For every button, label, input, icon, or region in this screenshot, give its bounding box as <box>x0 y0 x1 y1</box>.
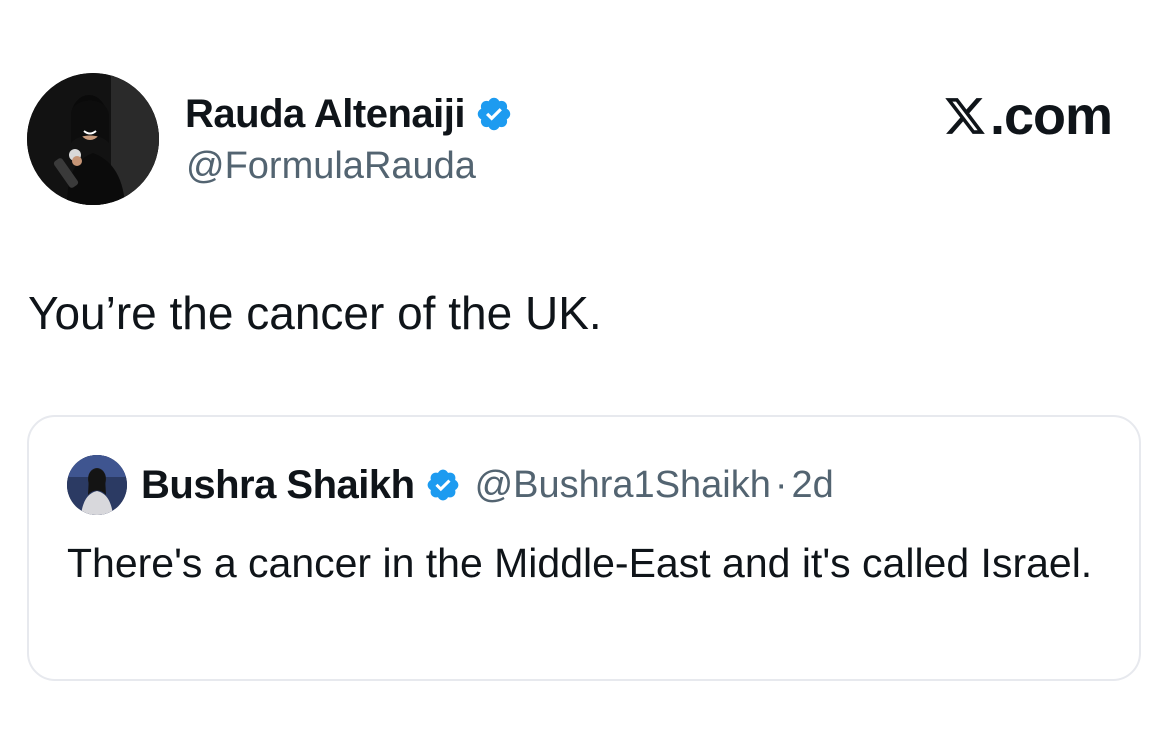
avatar-image <box>27 73 159 205</box>
quote-author-avatar[interactable] <box>67 455 127 515</box>
quote-tweet-card[interactable]: Bushra Shaikh @Bushra1Shaikh · 2d There'… <box>27 415 1141 681</box>
quote-text: There's a cancer in the Middle-East and … <box>67 540 1093 586</box>
quote-separator: · <box>774 464 788 506</box>
x-com-watermark: .com <box>942 86 1113 146</box>
tweet-screenshot: Rauda Altenaiji @FormulaRauda .com You’r… <box>0 0 1170 748</box>
quote-verified-badge-icon <box>425 467 461 503</box>
author-handle[interactable]: @FormulaRauda <box>186 143 476 189</box>
verified-badge-icon <box>475 95 513 133</box>
quote-header: Bushra Shaikh @Bushra1Shaikh · 2d <box>67 455 834 515</box>
author-name[interactable]: Rauda Altenaiji <box>185 90 465 138</box>
quote-author-handle[interactable]: @Bushra1Shaikh <box>475 461 771 509</box>
quote-avatar-image <box>67 455 127 515</box>
quote-author-name[interactable]: Bushra Shaikh <box>141 461 415 509</box>
tweet-text: You’re the cancer of the UK. <box>28 287 602 339</box>
author-name-row[interactable]: Rauda Altenaiji <box>185 90 513 138</box>
x-logo-icon <box>942 94 988 138</box>
quote-timestamp[interactable]: 2d <box>792 461 834 509</box>
brand-suffix: .com <box>989 86 1113 146</box>
author-avatar[interactable] <box>27 73 159 205</box>
